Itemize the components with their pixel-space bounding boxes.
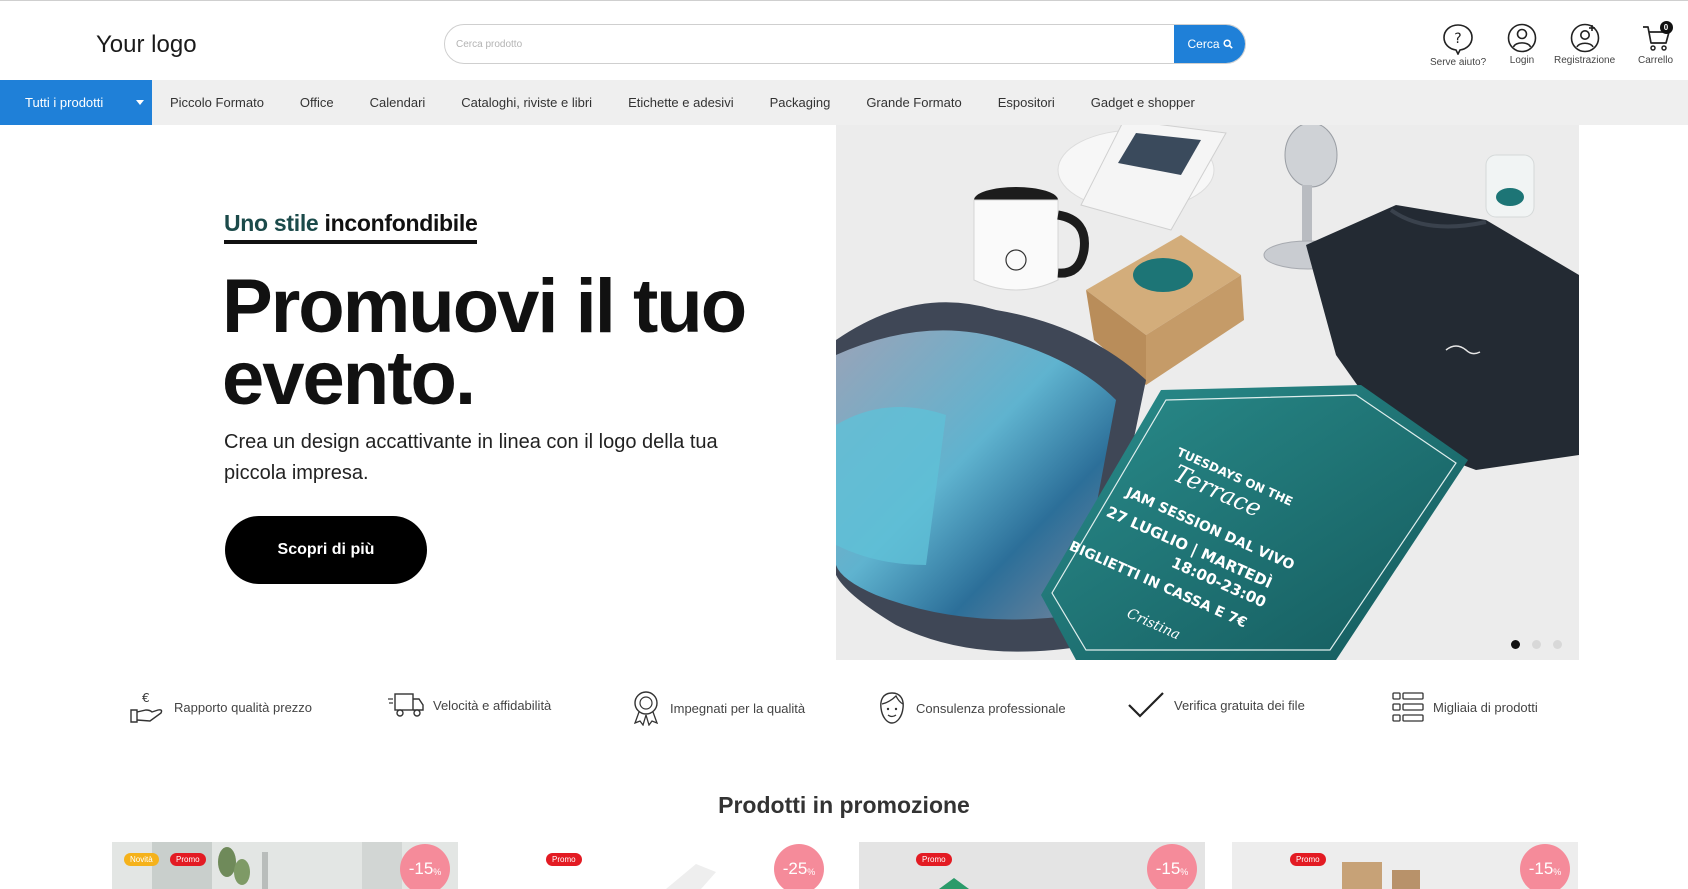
login-icon [1507,23,1537,53]
hero-kicker-part2: inconfondibile [324,210,478,236]
nav-item-piccolo-formato[interactable]: Piccolo Formato [170,95,264,110]
feature-file-check-label: Verifica gratuita dei file [1174,697,1305,713]
nav-item-grande-formato[interactable]: Grande Formato [866,95,961,110]
all-products-label: Tutti i prodotti [25,95,104,110]
badge-promo: Promo [546,853,582,866]
category-nav: Tutti i prodotti Piccolo Formato Office … [0,80,1688,125]
nav-item-calendari[interactable]: Calendari [370,95,426,110]
discount-value: -15 [1528,859,1554,878]
search-icon [1222,39,1233,49]
consultant-face-icon [880,692,904,724]
discover-more-button[interactable]: Scopri di più [225,516,427,584]
hero-text-panel: Uno stile inconfondibile Promuovi il tuo… [0,125,836,660]
help-link[interactable]: ? Serve aiuto? [1430,23,1486,68]
search-button[interactable]: Cerca [1174,25,1245,63]
hero-image: TUESDAYS ON THE Terrace JAM SESSION DAL … [836,125,1579,660]
cart-label: Carrello [1638,55,1674,66]
checkmark-icon [1128,692,1164,718]
delivery-truck-icon [388,693,424,717]
all-products-menu[interactable]: Tutti i prodotti [0,80,152,125]
search-button-label: Cerca [1187,37,1220,51]
carousel-dot-3[interactable] [1553,640,1562,649]
badge-promo: Promo [170,853,206,866]
hero-kicker: Uno stile inconfondibile [224,210,478,244]
feature-products: Migliaia di prodotti [1391,690,1538,724]
discount-unit: % [1553,867,1562,877]
nav-item-gadget[interactable]: Gadget e shopper [1091,95,1195,110]
hero-illustration: TUESDAYS ON THE Terrace JAM SESSION DAL … [836,125,1579,660]
register-icon [1570,23,1599,53]
cart-link[interactable]: 0 Carrello [1638,21,1674,66]
discount-value: -25 [782,859,808,878]
feature-value-label: Rapporto qualità prezzo [174,699,313,715]
register-label: Registrazione [1554,55,1616,66]
cart-icon-wrap: 0 [1641,21,1673,53]
feature-consulting: Consulenza professionale [876,690,1066,726]
list-icon [1392,692,1424,722]
login-label: Login [1509,55,1535,66]
site-logo[interactable]: Your logo [96,31,197,59]
hero-headline: Promuovi il tuo evento. [222,264,747,421]
discount-unit: % [807,867,816,877]
help-icon: ? [1443,24,1473,55]
discount-badge: -15% [1520,844,1570,889]
discount-badge: -25% [774,844,824,889]
register-link[interactable]: Registrazione [1554,23,1615,66]
candle [1485,154,1535,218]
cart-count-badge: 0 [1659,21,1673,34]
caret-down-icon [136,100,144,105]
promo-card-3[interactable]: Promo -15% [859,842,1205,889]
badge-novita: Novità [124,853,159,866]
carousel-dot-2[interactable] [1532,640,1541,649]
help-label: Serve aiuto? [1430,57,1487,68]
discount-value: -15 [1155,859,1181,878]
svg-text:?: ? [1454,31,1461,47]
login-link[interactable]: Login [1507,23,1537,66]
discount-unit: % [433,867,442,877]
promo-card-1[interactable]: Novità Promo -15% [112,842,458,889]
feature-file-check: Verifica gratuita dei file [1126,690,1305,720]
features-row: € Rapporto qualità prezzo Velocità e aff… [0,690,1688,730]
nav-items: Piccolo Formato Office Calendari Catalog… [152,80,1213,125]
promo-section-title: Prodotti in promozione [718,792,970,818]
badge-promo: Promo [916,853,952,866]
discount-badge: -15% [400,844,450,889]
award-ribbon-icon [633,691,659,726]
badge-promo: Promo [1290,853,1326,866]
feature-quality: Impegnati per la qualità [630,690,805,726]
header: Your logo Cerca ? Serve aiuto? Login Reg… [0,0,1688,80]
search-input[interactable] [445,25,1175,63]
svg-text:€: € [142,691,150,705]
promo-card-2[interactable]: Promo -25% [486,842,832,889]
euro-hand-icon: € [130,691,163,723]
feature-speed: Velocità e affidabilità [387,690,551,720]
discount-value: -15 [408,859,434,878]
discount-badge: -15% [1147,844,1197,889]
nav-item-packaging[interactable]: Packaging [770,95,831,110]
nav-item-etichette[interactable]: Etichette e adesivi [628,95,734,110]
carousel-dots [1511,640,1562,649]
hero-subtext: Crea un design accattivante in linea con… [224,431,718,484]
nav-item-espositori[interactable]: Espositori [998,95,1055,110]
feature-value: € Rapporto qualità prezzo [128,690,312,724]
nav-item-cataloghi[interactable]: Cataloghi, riviste e libri [461,95,592,110]
feature-quality-label: Impegnati per la qualità [670,700,806,716]
promo-card-4[interactable]: Promo -15% [1232,842,1578,889]
hero-kicker-part1: Uno stile [224,210,319,236]
search-bar: Cerca [444,24,1246,64]
nav-item-office[interactable]: Office [300,95,334,110]
feature-consulting-label: Consulenza professionale [916,700,1066,716]
carousel-dot-1[interactable] [1511,640,1520,649]
feature-products-label: Migliaia di prodotti [1433,699,1538,715]
feature-speed-label: Velocità e affidabilità [433,697,552,713]
discount-unit: % [1180,867,1189,877]
